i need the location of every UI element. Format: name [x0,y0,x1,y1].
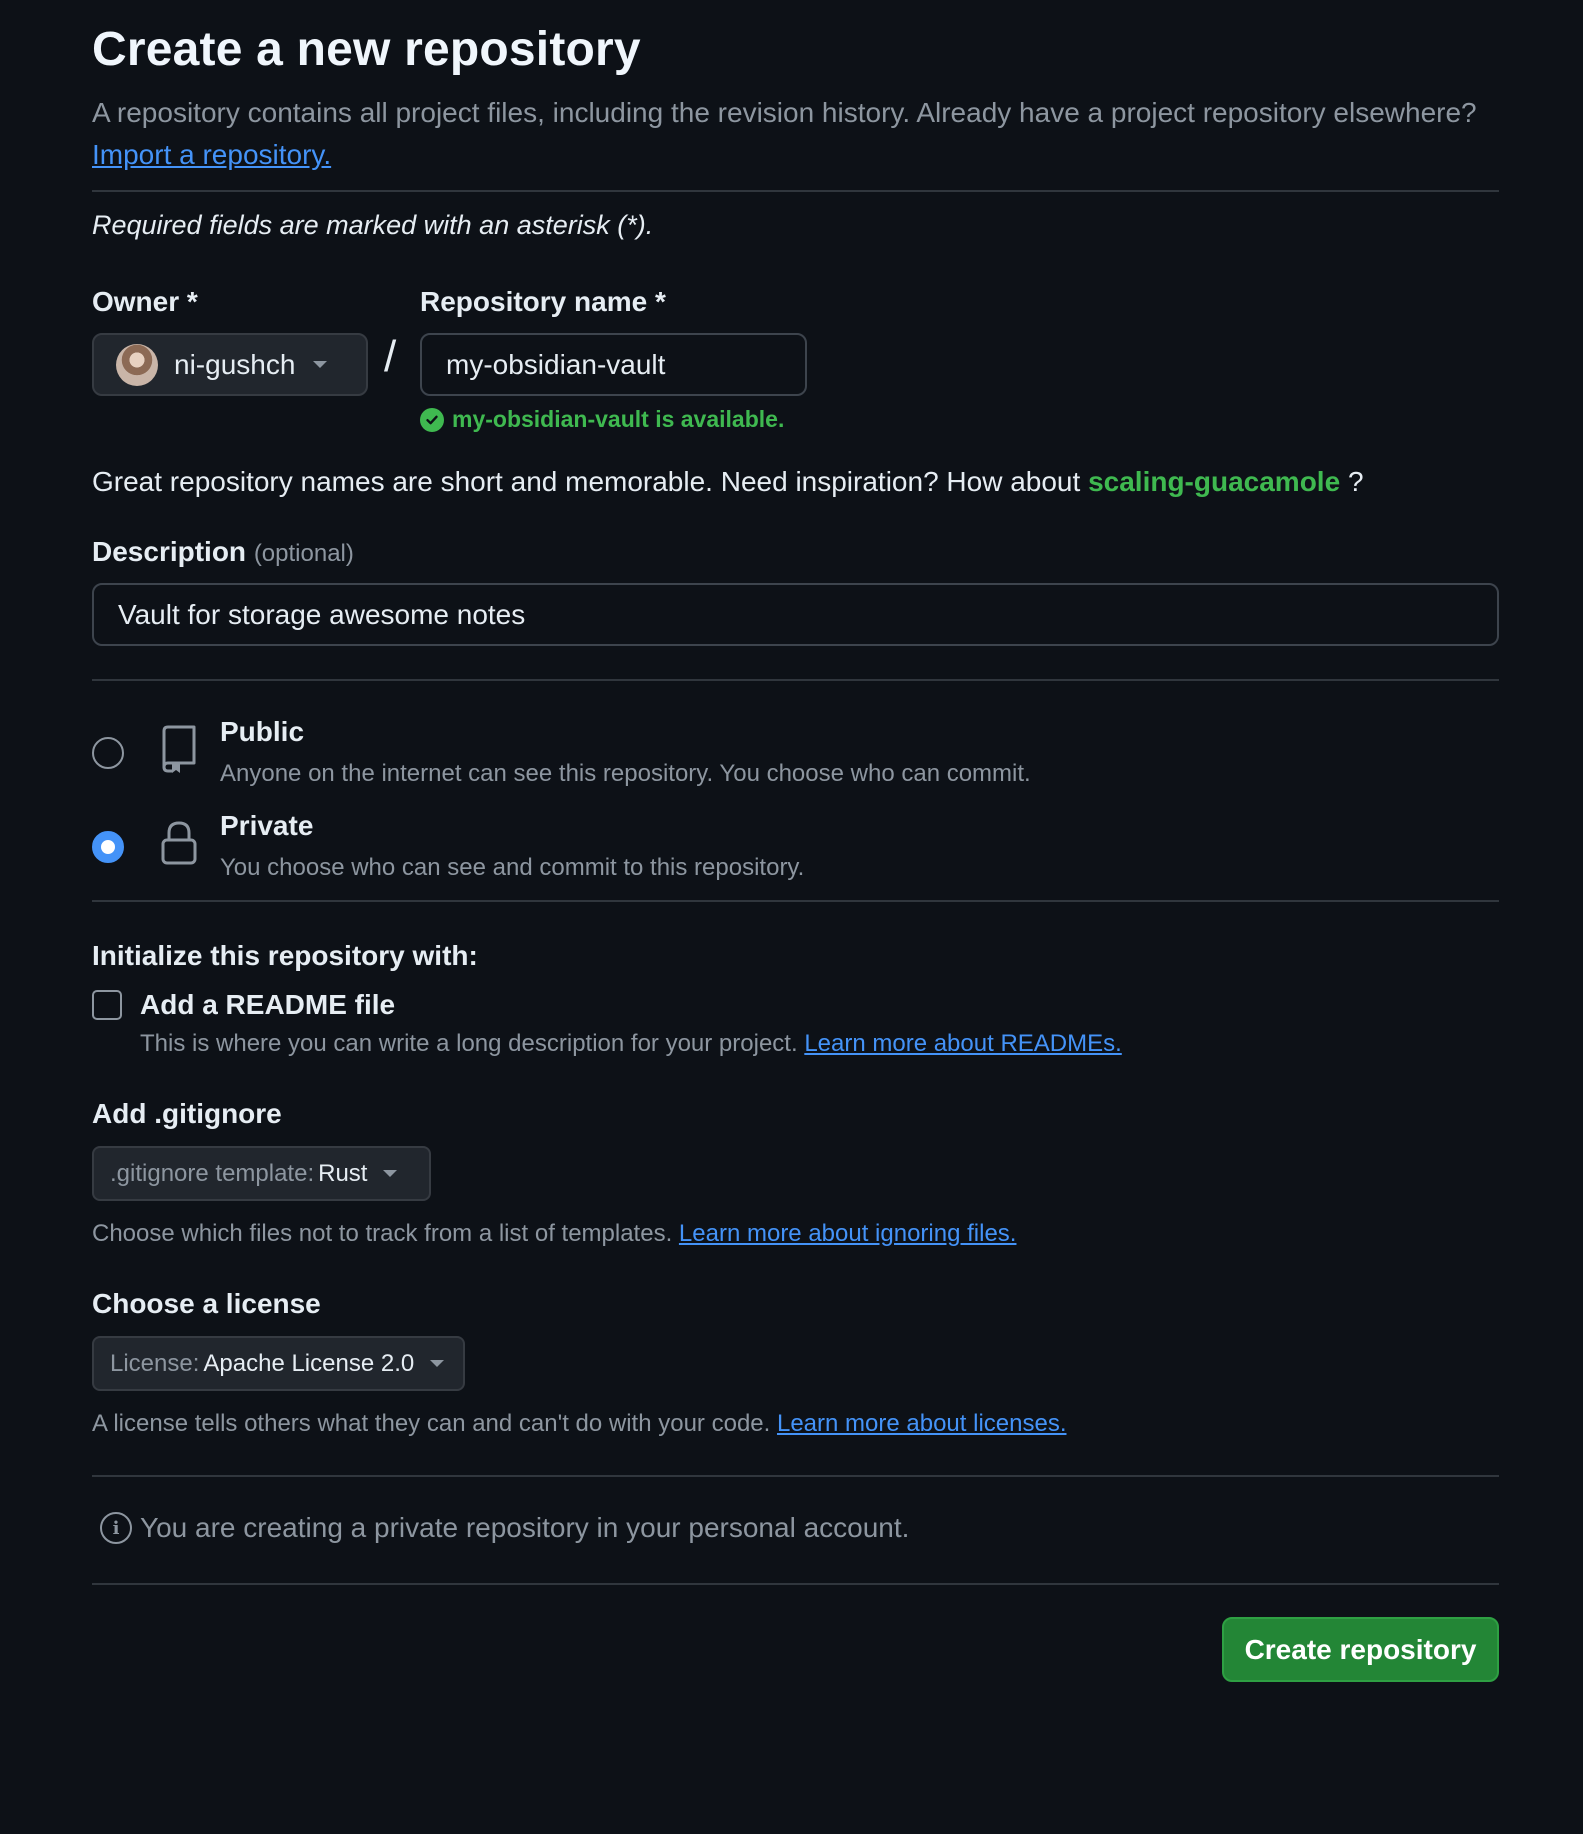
private-title: Private [220,810,314,841]
check-circle-icon [420,407,444,432]
public-title: Public [220,716,305,747]
info-message: i You are creating a private repository … [100,1512,909,1544]
description-label: Description (optional) [92,536,354,568]
inspiration-suffix: ? [1347,466,1364,497]
page-title: Create a new repository [92,23,641,76]
chevron-down-icon [383,1170,398,1177]
owner-label: Owner * [92,286,198,317]
readme-description: This is where you can write a long descr… [140,1030,1122,1058]
subtitle-text: A repository contains all project files,… [92,97,1477,128]
repo-icon [160,725,196,778]
availability-text: my-obsidian-vault is available. [452,406,785,432]
license-heading: Choose a license [92,1288,321,1319]
inspiration-text: Great repository names are short and mem… [92,466,1081,497]
divider [92,679,1499,681]
info-message-text: You are creating a private repository in… [140,1512,910,1543]
license-description: A license tells others what they can and… [92,1410,1066,1438]
license-select[interactable]: License: Apache License 2.0 [92,1336,465,1391]
private-description: You choose who can see and commit to thi… [220,854,805,881]
chevron-down-icon [430,1360,445,1367]
owner-dropdown[interactable]: ni-gushch [92,333,368,396]
name-suggestion-button[interactable]: scaling-guacamole [1088,466,1340,497]
chevron-down-icon [313,361,328,368]
name-inspiration: Great repository names are short and mem… [92,466,1364,498]
lock-icon [160,820,198,871]
license-select-value: Apache License 2.0 [203,1349,415,1377]
private-radio[interactable] [92,831,124,863]
public-radio[interactable] [92,737,124,769]
divider [92,900,1499,902]
public-description: Anyone on the internet can see this repo… [220,760,1031,787]
import-repository-link[interactable]: Import a repository. [92,139,331,170]
gitignore-description: Choose which files not to track from a l… [92,1220,1016,1248]
gitignore-heading: Add .gitignore [92,1098,282,1129]
create-repository-button[interactable]: Create repository [1222,1617,1499,1682]
license-desc-text: A license tells others what they can and… [92,1410,771,1437]
divider [92,1583,1499,1585]
gitignore-desc-text: Choose which files not to track from a l… [92,1220,673,1247]
gitignore-select-value: Rust [318,1159,368,1187]
info-icon: i [100,1512,132,1544]
learn-more-licenses-link[interactable]: Learn more about licenses. [777,1410,1067,1437]
description-value: Vault for storage awesome notes [118,598,526,630]
optional-hint: (optional) [253,540,354,567]
required-fields-note: Required fields are marked with an aster… [92,210,654,240]
availability-message: my-obsidian-vault is available. [420,406,784,433]
repository-name-input[interactable]: my-obsidian-vault [420,333,807,396]
repository-name-value: my-obsidian-vault [446,348,666,380]
description-input[interactable]: Vault for storage awesome notes [92,583,1499,646]
gitignore-select-prefix: .gitignore template: [110,1159,315,1187]
initialize-heading: Initialize this repository with: [92,940,478,971]
divider [92,190,1499,192]
description-label-text: Description [92,536,247,567]
owner-value: ni-gushch [174,348,296,380]
readme-desc-text: This is where you can write a long descr… [140,1030,798,1057]
learn-more-ignoring-files-link[interactable]: Learn more about ignoring files. [679,1220,1017,1247]
page-subtitle: A repository contains all project files,… [92,92,1499,176]
owner-repo-separator: / [384,332,397,381]
license-select-prefix: License: [110,1349,200,1377]
readme-label[interactable]: Add a README file [140,989,395,1021]
avatar [116,343,158,386]
readme-checkbox[interactable] [92,990,122,1020]
divider [92,1475,1499,1477]
learn-more-readmes-link[interactable]: Learn more about READMEs. [804,1030,1121,1057]
repository-name-label: Repository name * [420,286,666,317]
gitignore-template-select[interactable]: .gitignore template: Rust [92,1146,431,1201]
